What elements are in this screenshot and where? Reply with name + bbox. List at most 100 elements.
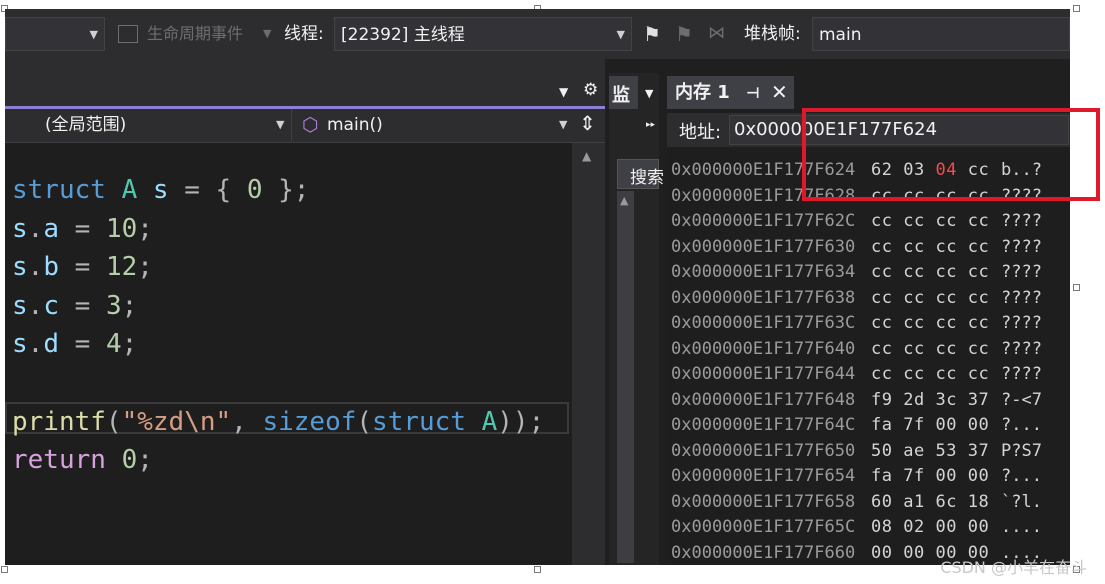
chevron-down-icon[interactable]: ▼ <box>645 87 653 100</box>
memory-byte[interactable]: 50 <box>871 441 892 461</box>
memory-byte[interactable]: cc <box>935 211 956 231</box>
memory-byte[interactable]: cc <box>968 211 989 231</box>
memory-byte[interactable]: cc <box>871 288 892 308</box>
memory-byte[interactable]: cc <box>968 288 989 308</box>
watch-tab[interactable]: 监 <box>609 76 638 109</box>
memory-byte[interactable]: cc <box>871 313 892 333</box>
code-token: = <box>58 290 106 321</box>
expand-icon[interactable]: ▸▸ <box>646 120 655 130</box>
memory-byte[interactable]: 00 <box>935 466 956 486</box>
memory-byte[interactable]: cc <box>903 262 924 282</box>
memory-byte[interactable]: cc <box>871 237 892 257</box>
memory-byte[interactable]: 00 <box>968 415 989 435</box>
memory-byte[interactable]: 3c <box>935 390 956 410</box>
memory-byte[interactable]: 02 <box>903 517 924 537</box>
thread-dropdown[interactable]: [22392] 主线程 ▼ <box>334 17 632 51</box>
code-token: 4 <box>105 329 122 360</box>
memory-byte[interactable]: cc <box>935 262 956 282</box>
memory-byte[interactable]: cc <box>935 313 956 333</box>
memory-byte[interactable]: cc <box>935 339 956 359</box>
memory-row-chars: ???? <box>1001 338 1042 359</box>
memory-byte[interactable]: ae <box>903 441 924 461</box>
thread-flag-icon[interactable]: ⚑ <box>675 22 693 46</box>
hide-threads-icon[interactable]: ⋈ <box>708 23 725 43</box>
tab-list-dropdown-icon[interactable]: ▼ <box>559 85 568 99</box>
memory-byte[interactable]: cc <box>935 237 956 257</box>
memory-byte[interactable]: 7f <box>903 466 924 486</box>
memory-byte[interactable]: 37 <box>968 390 989 410</box>
memory-byte[interactable]: cc <box>903 364 924 384</box>
memory-byte[interactable]: cc <box>968 262 989 282</box>
memory-byte[interactable]: f9 <box>871 390 892 410</box>
memory-row-bytes: 50 ae 53 37 <box>871 439 989 464</box>
watch-search-box[interactable]: 搜索 <box>617 159 664 189</box>
function-dropdown[interactable]: ⬡ main() ▼ <box>297 109 571 141</box>
memory-byte[interactable]: cc <box>935 288 956 308</box>
memory-row-bytes: 60 a1 6c 18 <box>871 490 989 515</box>
close-icon[interactable]: ✕ <box>771 76 788 109</box>
flag-icon[interactable]: ⚑ <box>643 22 661 46</box>
pin-icon[interactable]: ⊣ <box>746 77 760 110</box>
memory-byte[interactable]: 00 <box>968 517 989 537</box>
memory-byte[interactable]: cc <box>903 339 924 359</box>
memory-byte[interactable]: 08 <box>871 517 892 537</box>
memory-row-chars: ???? <box>1001 262 1042 282</box>
memory-byte[interactable]: cc <box>903 237 924 257</box>
lifecycle-events-label[interactable]: 生命周期事件 <box>147 17 243 51</box>
memory-byte[interactable]: cc <box>903 313 924 333</box>
code-token: . <box>27 329 44 360</box>
resize-handle[interactable] <box>1 566 8 573</box>
memory-byte[interactable]: 2d <box>903 390 924 410</box>
code-token: ; <box>121 290 138 321</box>
memory-byte[interactable]: 00 <box>935 517 956 537</box>
memory-byte[interactable]: 00 <box>968 466 989 486</box>
scroll-up-icon[interactable]: ▲ <box>620 194 628 207</box>
memory-byte[interactable]: cc <box>871 364 892 384</box>
stack-frame-dropdown[interactable]: main <box>812 17 1070 51</box>
code-token: ; <box>137 213 153 244</box>
memory-byte[interactable]: cc <box>903 211 924 231</box>
chevron-down-icon: ▼ <box>263 27 272 40</box>
memory-byte[interactable]: 6c <box>935 492 956 512</box>
memory-byte[interactable]: cc <box>903 288 924 308</box>
split-editor-icon[interactable]: ⇕ <box>579 111 596 135</box>
memory-tab[interactable]: 内存 1 ⊣ ✕ <box>667 76 794 109</box>
memory-row-address: 0x000000E1F177F62C <box>671 211 856 231</box>
memory-byte[interactable]: 37 <box>968 441 989 461</box>
memory-byte[interactable]: a1 <box>903 492 924 512</box>
code-token: )); <box>497 406 545 437</box>
memory-byte[interactable]: fa <box>871 466 892 486</box>
watch-scrollbar[interactable]: ▲ <box>617 191 634 563</box>
scroll-up-icon[interactable]: ▲ <box>582 149 591 163</box>
memory-byte[interactable]: 00 <box>903 543 924 563</box>
scope-dropdown[interactable]: (全局范围) ▼ <box>5 109 292 141</box>
memory-byte[interactable]: cc <box>871 339 892 359</box>
resize-handle[interactable] <box>1073 284 1080 291</box>
memory-byte[interactable]: fa <box>871 415 892 435</box>
process-dropdown[interactable]: ▼ <box>5 17 105 51</box>
code-line: s.c = 3; <box>12 291 137 321</box>
memory-byte[interactable]: cc <box>968 339 989 359</box>
memory-byte[interactable]: cc <box>968 237 989 257</box>
gear-icon[interactable]: ⚙ <box>583 80 598 100</box>
memory-byte[interactable]: 53 <box>935 441 956 461</box>
memory-byte[interactable]: 18 <box>968 492 989 512</box>
memory-byte[interactable]: cc <box>968 364 989 384</box>
code-token: s <box>12 290 28 321</box>
resize-handle[interactable] <box>534 566 541 573</box>
memory-byte[interactable]: cc <box>968 313 989 333</box>
memory-byte[interactable]: 00 <box>871 543 892 563</box>
memory-byte[interactable]: 7f <box>903 415 924 435</box>
code-editor[interactable]: struct A s = { 0 }; s.a = 10; s.b = 12; s.c… <box>5 143 571 565</box>
editor-vertical-scrollbar[interactable]: ▲ <box>572 143 605 565</box>
resize-handle[interactable] <box>1073 5 1080 12</box>
memory-byte[interactable]: 00 <box>935 415 956 435</box>
memory-byte[interactable]: cc <box>935 364 956 384</box>
memory-byte[interactable]: cc <box>871 211 892 231</box>
memory-byte[interactable]: cc <box>871 262 892 282</box>
memory-row-bytes: cc cc cc cc <box>871 311 989 336</box>
memory-byte[interactable]: 60 <box>871 492 892 512</box>
memory-row-bytes: cc cc cc cc <box>871 209 989 234</box>
code-token: 10 <box>105 213 138 244</box>
